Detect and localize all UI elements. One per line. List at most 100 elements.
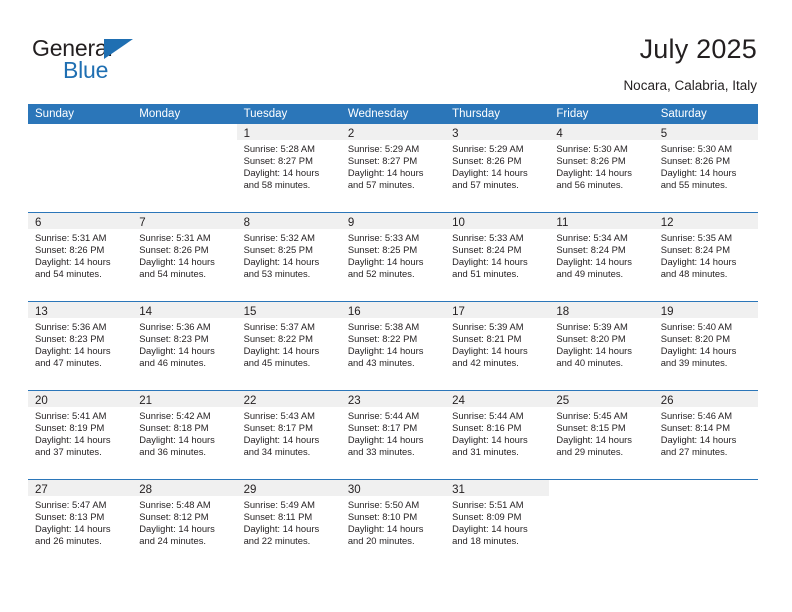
calendar-day-cell[interactable]: 17 Sunrise: 5:39 AM Sunset: 8:21 PM Dayligh… [445,302,550,390]
calendar-day-cell[interactable]: 18 Sunrise: 5:39 AM Sunset: 8:20 PM Dayligh… [549,302,654,390]
day-number: 28 [139,484,153,496]
day-number-band: 8 [236,213,341,229]
calendar-day-cell[interactable]: 12 Sunrise: 5:35 AM Sunset: 8:24 PM Dayligh… [653,213,758,301]
daylight-text-line1: Daylight: 14 hours [556,434,632,446]
sunset-text: Sunset: 8:26 PM [35,244,105,256]
daylight-text-line1: Daylight: 14 hours [347,256,424,268]
calendar-day-cell[interactable]: 3 Sunrise: 5:29 AM Sunset: 8:26 PM Daylight… [445,124,550,212]
sunrise-text: Sunrise: 5:46 AM [660,410,733,421]
calendar-day-cell-empty [549,480,654,568]
calendar-day-cell[interactable]: 6 Sunrise: 5:31 AM Sunset: 8:26 PM Daylight… [28,213,133,301]
day-number-band: 10 [445,213,550,229]
day-sun-info: Sunrise: 5:43 AM Sunset: 8:17 PM Daylight:… [237,407,341,458]
day-number: 12 [660,217,674,229]
calendar-day-cell[interactable]: 1 Sunrise: 5:28 AM Sunset: 8:27 PM Daylight… [236,124,341,212]
calendar-day-cell[interactable]: 20 Sunrise: 5:41 AM Sunset: 8:19 PM Dayligh… [28,391,133,479]
sunset-text: Sunset: 8:25 PM [347,244,418,256]
daylight-text-line2: and 26 minutes. [35,535,102,547]
calendar-day-cell[interactable]: 19 Sunrise: 5:40 AM Sunset: 8:20 PM Dayligh… [653,302,758,390]
daylight-text-line2: and 42 minutes. [452,357,519,369]
calendar-day-cell[interactable]: 28 Sunrise: 5:48 AM Sunset: 8:12 PM Dayligh… [132,480,237,568]
day-number: 25 [556,395,570,407]
calendar-day-cell[interactable]: 14 Sunrise: 5:36 AM Sunset: 8:23 PM Dayligh… [132,302,237,390]
day-number: 17 [452,306,465,318]
calendar-day-cell[interactable]: 23 Sunrise: 5:44 AM Sunset: 8:17 PM Dayligh… [340,391,446,479]
daylight-text-line1: Daylight: 14 hours [660,256,737,268]
sunset-text: Sunset: 8:12 PM [139,511,209,523]
day-number: 16 [347,306,361,318]
calendar-day-cell[interactable]: 16 Sunrise: 5:38 AM Sunset: 8:22 PM Dayligh… [340,302,446,390]
day-number: 26 [660,395,674,407]
day-sun-info: Sunrise: 5:35 AM Sunset: 8:24 PM Daylight:… [654,229,758,280]
calendar-day-cell[interactable]: 15 Sunrise: 5:37 AM Sunset: 8:22 PM Dayligh… [236,302,341,390]
day-number-band: 17 [445,302,550,318]
daylight-text-line1: Daylight: 14 hours [556,167,632,179]
day-number-band: 22 [236,391,341,407]
daylight-text-line2: and 57 minutes. [452,179,519,191]
sunrise-text: Sunrise: 5:50 AM [347,499,420,510]
day-number-band [549,480,653,496]
sunset-text: Sunset: 8:21 PM [452,333,522,345]
calendar-day-cell[interactable]: 27 Sunrise: 5:47 AM Sunset: 8:13 PM Dayligh… [28,480,133,568]
daylight-text-line1: Daylight: 14 hours [452,434,528,446]
day-number-band: 12 [653,213,758,229]
sunset-text: Sunset: 8:24 PM [452,244,522,256]
day-number: 15 [243,306,257,318]
daylight-text-line1: Daylight: 14 hours [243,345,320,357]
calendar-day-cell[interactable]: 31 Sunrise: 5:51 AM Sunset: 8:09 PM Dayligh… [445,480,550,568]
sunrise-text: Sunrise: 5:49 AM [243,499,315,510]
sunset-text: Sunset: 8:26 PM [139,244,209,256]
sunrise-text: Sunrise: 5:41 AM [35,410,107,421]
daylight-text-line1: Daylight: 14 hours [347,434,424,446]
daylight-text-line2: and 18 minutes. [452,535,519,547]
calendar-day-cell[interactable]: 21 Sunrise: 5:42 AM Sunset: 8:18 PM Dayligh… [132,391,237,479]
sunrise-text: Sunrise: 5:32 AM [243,232,315,243]
calendar-day-cell[interactable]: 5 Sunrise: 5:30 AM Sunset: 8:26 PM Daylight… [653,124,758,212]
day-number: 7 [139,217,146,229]
calendar-day-cell[interactable]: 4 Sunrise: 5:30 AM Sunset: 8:26 PM Daylight… [549,124,654,212]
day-number-band: 3 [445,124,550,140]
sunrise-text: Sunrise: 5:39 AM [556,321,628,332]
daylight-text-line2: and 54 minutes. [139,268,206,280]
day-number-band: 23 [340,391,446,407]
day-sun-info: Sunrise: 5:28 AM Sunset: 8:27 PM Daylight:… [237,140,341,191]
day-sun-info: Sunrise: 5:34 AM Sunset: 8:24 PM Daylight:… [549,229,653,280]
weekday-header-wednesday: Wednesday [347,108,409,120]
day-number-band: 25 [549,391,654,407]
daylight-text-line1: Daylight: 14 hours [452,345,528,357]
calendar-day-cell[interactable]: 11 Sunrise: 5:34 AM Sunset: 8:24 PM Dayligh… [549,213,654,301]
calendar-day-cell[interactable]: 7 Sunrise: 5:31 AM Sunset: 8:26 PM Daylight… [132,213,237,301]
daylight-text-line2: and 51 minutes. [452,268,519,280]
daylight-text-line1: Daylight: 14 hours [35,256,111,268]
calendar-day-cell-empty [28,124,133,212]
calendar-day-cell[interactable]: 13 Sunrise: 5:36 AM Sunset: 8:23 PM Dayligh… [28,302,133,390]
calendar-day-cell[interactable]: 25 Sunrise: 5:45 AM Sunset: 8:15 PM Dayligh… [549,391,654,479]
day-number-band [132,124,236,140]
day-number: 21 [139,395,153,407]
calendar-day-cell[interactable]: 30 Sunrise: 5:50 AM Sunset: 8:10 PM Dayligh… [340,480,446,568]
daylight-text-line1: Daylight: 14 hours [347,167,424,179]
calendar-day-cell[interactable]: 29 Sunrise: 5:49 AM Sunset: 8:11 PM Dayligh… [236,480,341,568]
daylight-text-line1: Daylight: 14 hours [452,523,528,535]
calendar-day-cell[interactable]: 26 Sunrise: 5:46 AM Sunset: 8:14 PM Dayligh… [653,391,758,479]
calendar-day-cell[interactable]: 9 Sunrise: 5:33 AM Sunset: 8:25 PM Daylight… [340,213,446,301]
day-sun-info: Sunrise: 5:45 AM Sunset: 8:15 PM Daylight:… [549,407,653,458]
day-number-band: 4 [549,124,654,140]
sunrise-text: Sunrise: 5:37 AM [243,321,315,332]
daylight-text-line2: and 46 minutes. [139,357,206,369]
calendar-day-cell[interactable]: 8 Sunrise: 5:32 AM Sunset: 8:25 PM Daylight… [236,213,341,301]
calendar-day-cell[interactable]: 24 Sunrise: 5:44 AM Sunset: 8:16 PM Dayligh… [445,391,550,479]
sunset-text: Sunset: 8:10 PM [347,511,418,523]
day-number-band: 21 [132,391,237,407]
daylight-text-line2: and 58 minutes. [243,179,311,191]
sunrise-text: Sunrise: 5:47 AM [35,499,107,510]
calendar-day-cell[interactable]: 22 Sunrise: 5:43 AM Sunset: 8:17 PM Dayligh… [236,391,341,479]
day-number-band [654,480,758,496]
calendar-day-cell[interactable]: 2 Sunrise: 5:29 AM Sunset: 8:27 PM Daylight… [340,124,446,212]
day-sun-info: Sunrise: 5:37 AM Sunset: 8:22 PM Daylight:… [237,318,341,369]
sunrise-text: Sunrise: 5:28 AM [243,143,315,154]
daylight-text-line1: Daylight: 14 hours [660,167,737,179]
day-number: 13 [35,306,48,318]
daylight-text-line1: Daylight: 14 hours [452,167,528,179]
calendar-day-cell[interactable]: 10 Sunrise: 5:33 AM Sunset: 8:24 PM Dayligh… [445,213,550,301]
